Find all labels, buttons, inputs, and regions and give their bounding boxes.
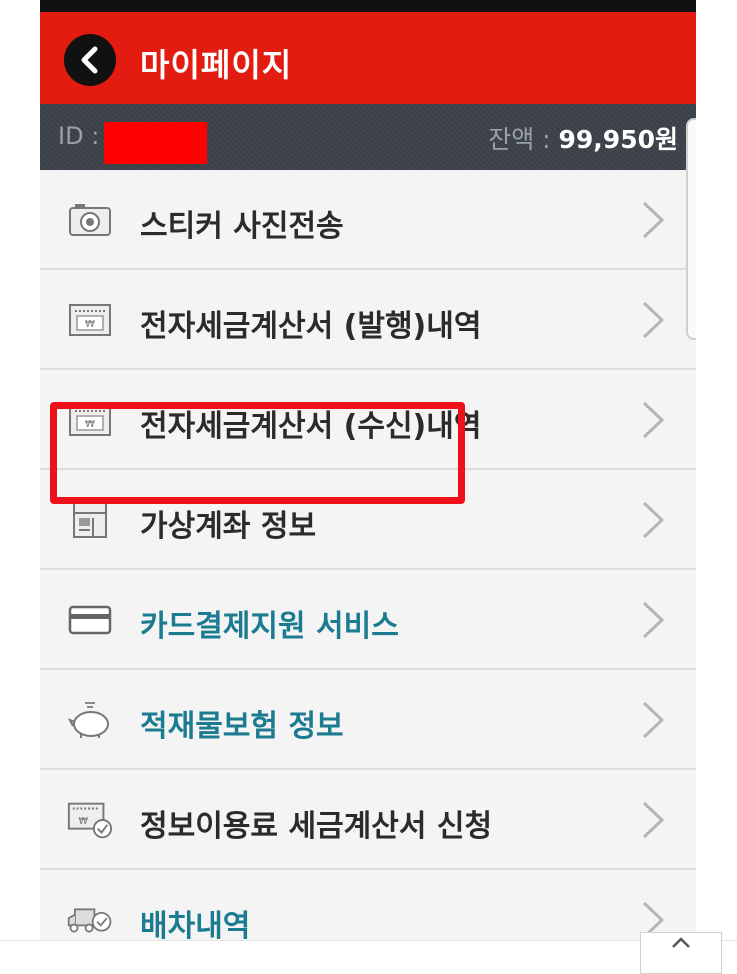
piggy-bank-icon bbox=[66, 700, 114, 740]
menu-item-label: 정보이용료 세금계산서 신청 bbox=[140, 809, 493, 844]
invoice-icon: ₩ bbox=[66, 400, 114, 440]
back-button[interactable] bbox=[64, 34, 116, 86]
balance-value: 99,950원 bbox=[558, 125, 678, 154]
chevron-up-icon bbox=[672, 937, 690, 948]
menu-item-virtual-account[interactable]: 가상계좌 정보 bbox=[40, 470, 696, 570]
scroll-indicator[interactable] bbox=[686, 118, 696, 340]
invoice-icon: ₩ bbox=[66, 300, 114, 340]
id-redaction bbox=[104, 122, 207, 164]
app-bar: 마이페이지 bbox=[40, 12, 696, 104]
page-title: 마이페이지 bbox=[140, 46, 293, 84]
menu-item-tax-invoice-issued[interactable]: ₩ 전자세금계산서 (발행)내역 bbox=[40, 270, 696, 370]
phone-screen: 마이페이지 ID : 잔액 : 99,950원 스티커 사진전송 ₩ 전자세금계… bbox=[40, 0, 696, 940]
chevron-right-icon bbox=[642, 601, 665, 639]
credit-card-icon bbox=[66, 600, 114, 640]
svg-text:₩: ₩ bbox=[85, 419, 95, 430]
account-icon bbox=[66, 500, 114, 540]
id-label: ID : bbox=[58, 122, 100, 150]
chevron-right-icon bbox=[642, 701, 665, 739]
menu-item-card-payment[interactable]: 카드결제지원 서비스 bbox=[40, 570, 696, 670]
scroll-top-button[interactable] bbox=[640, 932, 722, 974]
menu-item-label: 배차내역 bbox=[140, 909, 251, 940]
chevron-right-icon bbox=[642, 301, 665, 339]
chevron-right-icon bbox=[642, 801, 665, 839]
balance-label: 잔액 : bbox=[488, 125, 551, 154]
menu-item-label: 가상계좌 정보 bbox=[140, 509, 317, 544]
status-bar bbox=[40, 0, 696, 12]
chevron-right-icon bbox=[642, 401, 665, 439]
account-info-bar: ID : 잔액 : 99,950원 bbox=[40, 104, 696, 170]
camera-icon bbox=[66, 200, 114, 240]
menu-item-label: 카드결제지원 서비스 bbox=[140, 609, 399, 644]
chevron-left-icon bbox=[81, 46, 98, 74]
menu-item-tax-invoice-received[interactable]: ₩ 전자세금계산서 (수신)내역 bbox=[40, 370, 696, 470]
chevron-right-icon bbox=[642, 501, 665, 539]
chevron-right-icon bbox=[642, 201, 665, 239]
balance: 잔액 : 99,950원 bbox=[488, 120, 678, 156]
menu-item-label: 적재물보험 정보 bbox=[140, 709, 344, 744]
menu-item-label: 전자세금계산서 (수신)내역 bbox=[140, 409, 482, 444]
truck-check-icon bbox=[66, 900, 114, 940]
menu-item-cargo-insurance[interactable]: 적재물보험 정보 bbox=[40, 670, 696, 770]
invoice-check-icon: ₩ bbox=[66, 800, 114, 840]
menu-item-label: 전자세금계산서 (발행)내역 bbox=[140, 309, 482, 344]
svg-text:₩: ₩ bbox=[79, 816, 89, 827]
menu-item-sticker-photo[interactable]: 스티커 사진전송 bbox=[40, 170, 696, 270]
bottom-bar bbox=[0, 940, 737, 961]
menu-item-info-fee-invoice-request[interactable]: ₩ 정보이용료 세금계산서 신청 bbox=[40, 770, 696, 870]
menu-list: 스티커 사진전송 ₩ 전자세금계산서 (발행)내역 ₩ 전자세금계산서 (수신)… bbox=[40, 170, 696, 940]
svg-text:₩: ₩ bbox=[85, 319, 95, 330]
menu-item-label: 스티커 사진전송 bbox=[140, 209, 344, 244]
menu-item-dispatch-history[interactable]: 배차내역 bbox=[40, 870, 696, 940]
